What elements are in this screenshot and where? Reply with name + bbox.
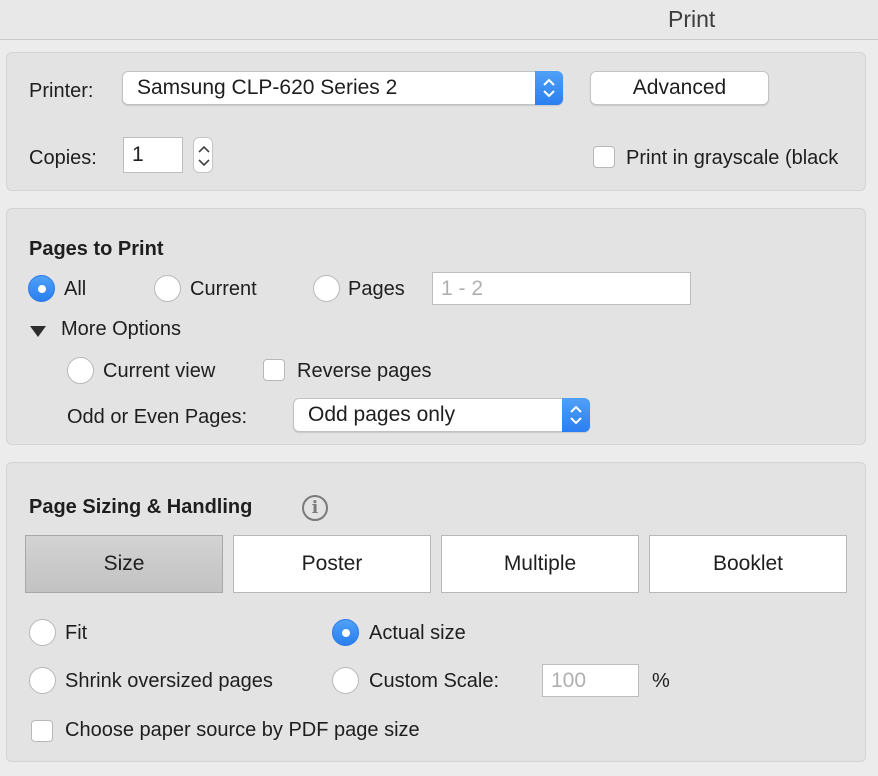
- shrink-label: Shrink oversized pages: [65, 670, 273, 693]
- odd-even-select-value: Odd pages only: [308, 403, 455, 427]
- select-arrows-icon: [535, 71, 563, 105]
- paper-source-checkbox[interactable]: [31, 720, 53, 742]
- grayscale-checkbox[interactable]: [593, 146, 615, 168]
- tab-booklet[interactable]: Booklet: [649, 535, 847, 593]
- more-options-label[interactable]: More Options: [61, 318, 181, 341]
- disclosure-triangle-icon[interactable]: [29, 322, 47, 345]
- reverse-pages-checkbox[interactable]: [263, 359, 285, 381]
- info-icon[interactable]: i: [302, 495, 328, 521]
- radio-pages-label: Pages: [348, 278, 405, 301]
- title-bar: Print: [0, 0, 878, 40]
- current-view-label: Current view: [103, 360, 215, 383]
- tab-multiple[interactable]: Multiple: [441, 535, 639, 593]
- radio-actual-size[interactable]: [332, 619, 359, 646]
- pages-to-print-panel: Pages to Print All Current Pages 1 - 2 M…: [6, 208, 866, 445]
- copies-input[interactable]: 1: [123, 137, 183, 173]
- page-sizing-panel: Page Sizing & Handling i Size Poster Mul…: [6, 462, 866, 762]
- stepper-arrows-icon: [194, 138, 214, 174]
- paper-source-label: Choose paper source by PDF page size: [65, 719, 420, 742]
- tab-poster[interactable]: Poster: [233, 535, 431, 593]
- grayscale-label: Print in grayscale (black: [626, 147, 838, 170]
- custom-scale-label: Custom Scale:: [369, 670, 499, 693]
- reverse-pages-label: Reverse pages: [297, 360, 432, 383]
- percent-label: %: [652, 670, 670, 693]
- actual-size-label: Actual size: [369, 622, 466, 645]
- radio-custom-scale[interactable]: [332, 667, 359, 694]
- page-sizing-heading: Page Sizing & Handling: [29, 496, 252, 519]
- tab-size[interactable]: Size: [25, 535, 223, 593]
- odd-even-label: Odd or Even Pages:: [67, 406, 247, 429]
- radio-all-label: All: [64, 278, 86, 301]
- copies-stepper[interactable]: [193, 137, 213, 173]
- pages-range-input[interactable]: 1 - 2: [432, 272, 691, 305]
- printer-label: Printer:: [29, 80, 93, 103]
- odd-even-select[interactable]: Odd pages only: [293, 398, 590, 432]
- radio-current-label: Current: [190, 278, 257, 301]
- window-title: Print: [668, 6, 715, 33]
- select-arrows-icon: [562, 398, 590, 432]
- radio-all[interactable]: [28, 275, 55, 302]
- copies-label: Copies:: [29, 147, 97, 170]
- pages-to-print-heading: Pages to Print: [29, 238, 163, 261]
- printer-panel: Printer: Samsung CLP-620 Series 2 Advanc…: [6, 52, 866, 191]
- custom-scale-input[interactable]: 100: [542, 664, 639, 697]
- radio-pages[interactable]: [313, 275, 340, 302]
- radio-shrink[interactable]: [29, 667, 56, 694]
- radio-current[interactable]: [154, 275, 181, 302]
- radio-fit[interactable]: [29, 619, 56, 646]
- printer-select-value: Samsung CLP-620 Series 2: [137, 76, 397, 100]
- fit-label: Fit: [65, 622, 87, 645]
- printer-select[interactable]: Samsung CLP-620 Series 2: [122, 71, 563, 105]
- advanced-button[interactable]: Advanced: [590, 71, 769, 105]
- radio-current-view[interactable]: [67, 357, 94, 384]
